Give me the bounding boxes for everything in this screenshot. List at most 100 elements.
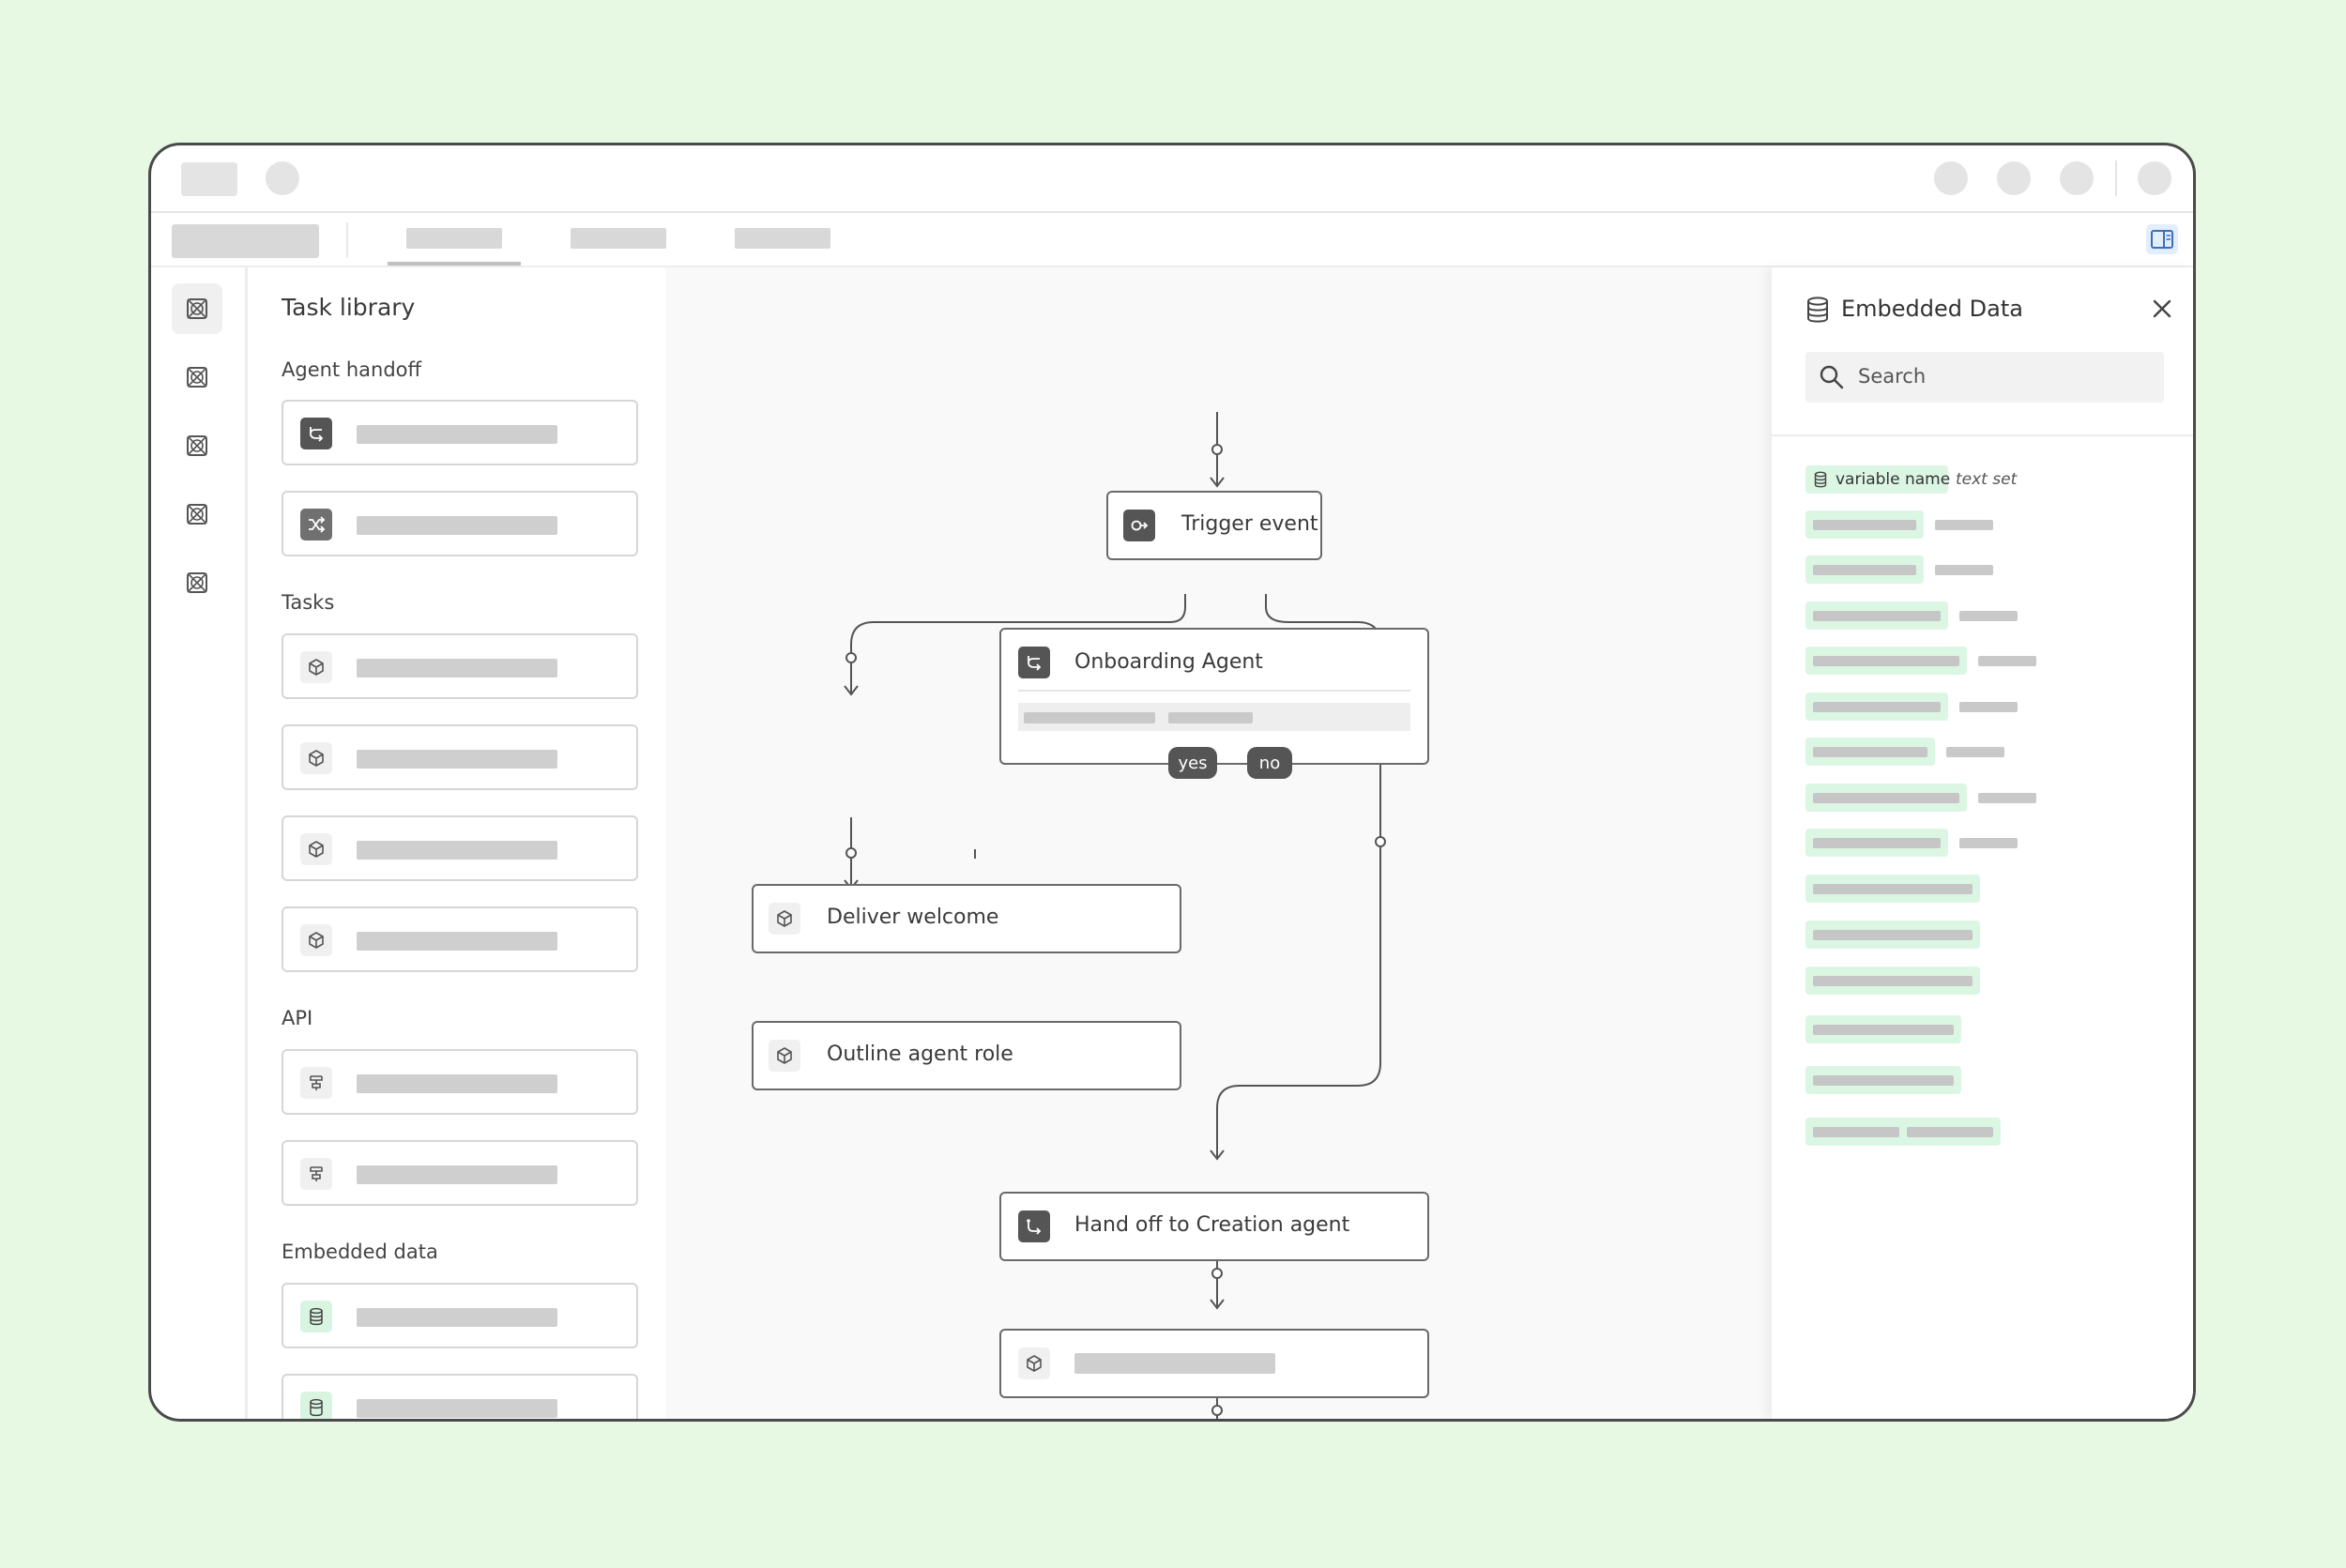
library-item[interactable]	[282, 724, 638, 790]
value-placeholder	[1978, 793, 2036, 803]
project-name-placeholder[interactable]	[172, 224, 319, 258]
toolbar-divider	[2115, 160, 2117, 196]
item-placeholder	[357, 750, 557, 769]
app-window: Task library Agent handoff Tasks API Emb…	[148, 143, 2196, 1422]
variable-chip[interactable]	[1805, 967, 1980, 995]
tab-1[interactable]	[406, 228, 502, 249]
variable-chip[interactable]	[1805, 921, 1980, 949]
item-placeholder	[357, 1074, 557, 1093]
top-bar	[151, 145, 2193, 213]
item-placeholder	[357, 425, 557, 444]
variable-chip[interactable]	[1805, 556, 1924, 584]
toolbar-circle-2[interactable]	[1997, 161, 2031, 195]
variable-chip[interactable]	[1805, 510, 1924, 539]
variable-chip[interactable]	[1805, 1118, 2001, 1146]
search-input[interactable]: Search	[1805, 352, 2164, 403]
rail-placeholder-icon-4[interactable]	[172, 489, 222, 540]
toolbar-circle-3[interactable]	[2060, 161, 2094, 195]
variable-chip[interactable]	[1805, 601, 1948, 630]
tab-2[interactable]	[571, 228, 666, 249]
node-label: Hand off to Creation agent	[1074, 1213, 1350, 1237]
variable-chip[interactable]	[1805, 875, 1980, 903]
node-label: Trigger event	[1181, 512, 1318, 536]
database-icon	[300, 1392, 332, 1419]
section-tasks: Tasks	[282, 591, 335, 614]
library-item[interactable]	[282, 1283, 638, 1348]
variable-chip[interactable]: variable name	[1805, 465, 1950, 494]
api-icon	[300, 1067, 332, 1099]
branch-icon	[1018, 647, 1050, 678]
variable-chip[interactable]	[1805, 693, 1948, 721]
cube-icon	[1018, 1347, 1050, 1379]
node-label: Onboarding Agent	[1074, 650, 1263, 674]
rail-placeholder-icon-3[interactable]	[172, 420, 222, 471]
rail-placeholder-icon-2[interactable]	[172, 352, 222, 403]
library-item[interactable]	[282, 1140, 638, 1206]
section-embedded-data: Embedded data	[282, 1241, 438, 1263]
left-rail	[151, 267, 248, 1419]
flow-canvas[interactable]: Trigger event Onboarding Agent yes no De…	[665, 267, 1772, 1419]
close-icon[interactable]	[2149, 296, 2175, 322]
outline-agent-role-node[interactable]: Outline agent role	[752, 1021, 1181, 1090]
chip-placeholder	[1813, 1075, 1954, 1086]
library-item[interactable]	[282, 400, 638, 465]
section-api: API	[282, 1007, 313, 1029]
database-icon	[1805, 296, 1830, 327]
tab-bar	[151, 213, 2193, 267]
logo-placeholder	[181, 162, 237, 196]
branch-no-badge[interactable]: no	[1247, 747, 1292, 779]
cube-icon	[769, 1040, 800, 1072]
chip-placeholder	[1907, 1127, 1993, 1137]
chip-placeholder	[1813, 611, 1941, 621]
panel-toggle-icon[interactable]	[2146, 224, 2178, 254]
chip-placeholder	[1813, 976, 1973, 986]
panel-title: Embedded Data	[1841, 296, 2023, 322]
cube-icon	[300, 833, 332, 865]
tab-3[interactable]	[735, 228, 830, 249]
value-placeholder	[1959, 838, 2018, 848]
handoff-icon	[1018, 1210, 1050, 1242]
handoff-node[interactable]: Hand off to Creation agent	[999, 1192, 1429, 1261]
deliver-welcome-node[interactable]: Deliver welcome	[752, 884, 1181, 953]
chip-placeholder	[1813, 1127, 1899, 1137]
variable-chip[interactable]	[1805, 829, 1948, 857]
menu-circle-button[interactable]	[266, 161, 299, 195]
search-placeholder: Search	[1858, 365, 1927, 388]
active-tab-indicator	[388, 262, 521, 266]
variable-chip[interactable]	[1805, 1066, 1961, 1094]
section-agent-handoff: Agent handoff	[282, 358, 421, 381]
user-avatar[interactable]	[2138, 161, 2171, 195]
chip-placeholder	[1813, 793, 1959, 803]
value-placeholder	[1978, 656, 2036, 666]
onboarding-agent-node[interactable]: Onboarding Agent	[999, 628, 1429, 765]
value-placeholder	[1959, 702, 2018, 712]
trigger-node[interactable]: Trigger event	[1106, 491, 1322, 560]
library-title: Task library	[282, 294, 416, 321]
library-item[interactable]	[282, 633, 638, 699]
variable-chip[interactable]	[1805, 1015, 1961, 1043]
library-item[interactable]	[282, 906, 638, 972]
detail-placeholder	[1168, 712, 1253, 723]
panel-divider	[1772, 434, 2193, 436]
database-icon	[1813, 471, 1828, 492]
item-placeholder	[357, 1308, 557, 1327]
node-label: Outline agent role	[827, 1043, 1013, 1066]
toolbar-circle-1[interactable]	[1934, 161, 1968, 195]
cube-icon	[769, 903, 800, 935]
rail-placeholder-icon-1[interactable]	[172, 283, 222, 334]
node-label: Deliver welcome	[827, 906, 999, 929]
library-item[interactable]	[282, 1049, 638, 1115]
library-item[interactable]	[282, 1374, 638, 1419]
chip-placeholder	[1813, 702, 1941, 712]
embedded-data-panel: Embedded Data Search variable name text …	[1772, 267, 2193, 1419]
item-placeholder	[357, 841, 557, 860]
variable-chip[interactable]	[1805, 784, 1967, 812]
detail-placeholder	[1024, 712, 1155, 723]
branch-yes-badge[interactable]: yes	[1168, 747, 1217, 779]
library-item[interactable]	[282, 491, 638, 556]
rail-placeholder-icon-5[interactable]	[172, 557, 222, 608]
library-item[interactable]	[282, 815, 638, 881]
variable-chip[interactable]	[1805, 738, 1935, 766]
flow-node[interactable]	[999, 1329, 1429, 1398]
variable-chip[interactable]	[1805, 647, 1967, 675]
